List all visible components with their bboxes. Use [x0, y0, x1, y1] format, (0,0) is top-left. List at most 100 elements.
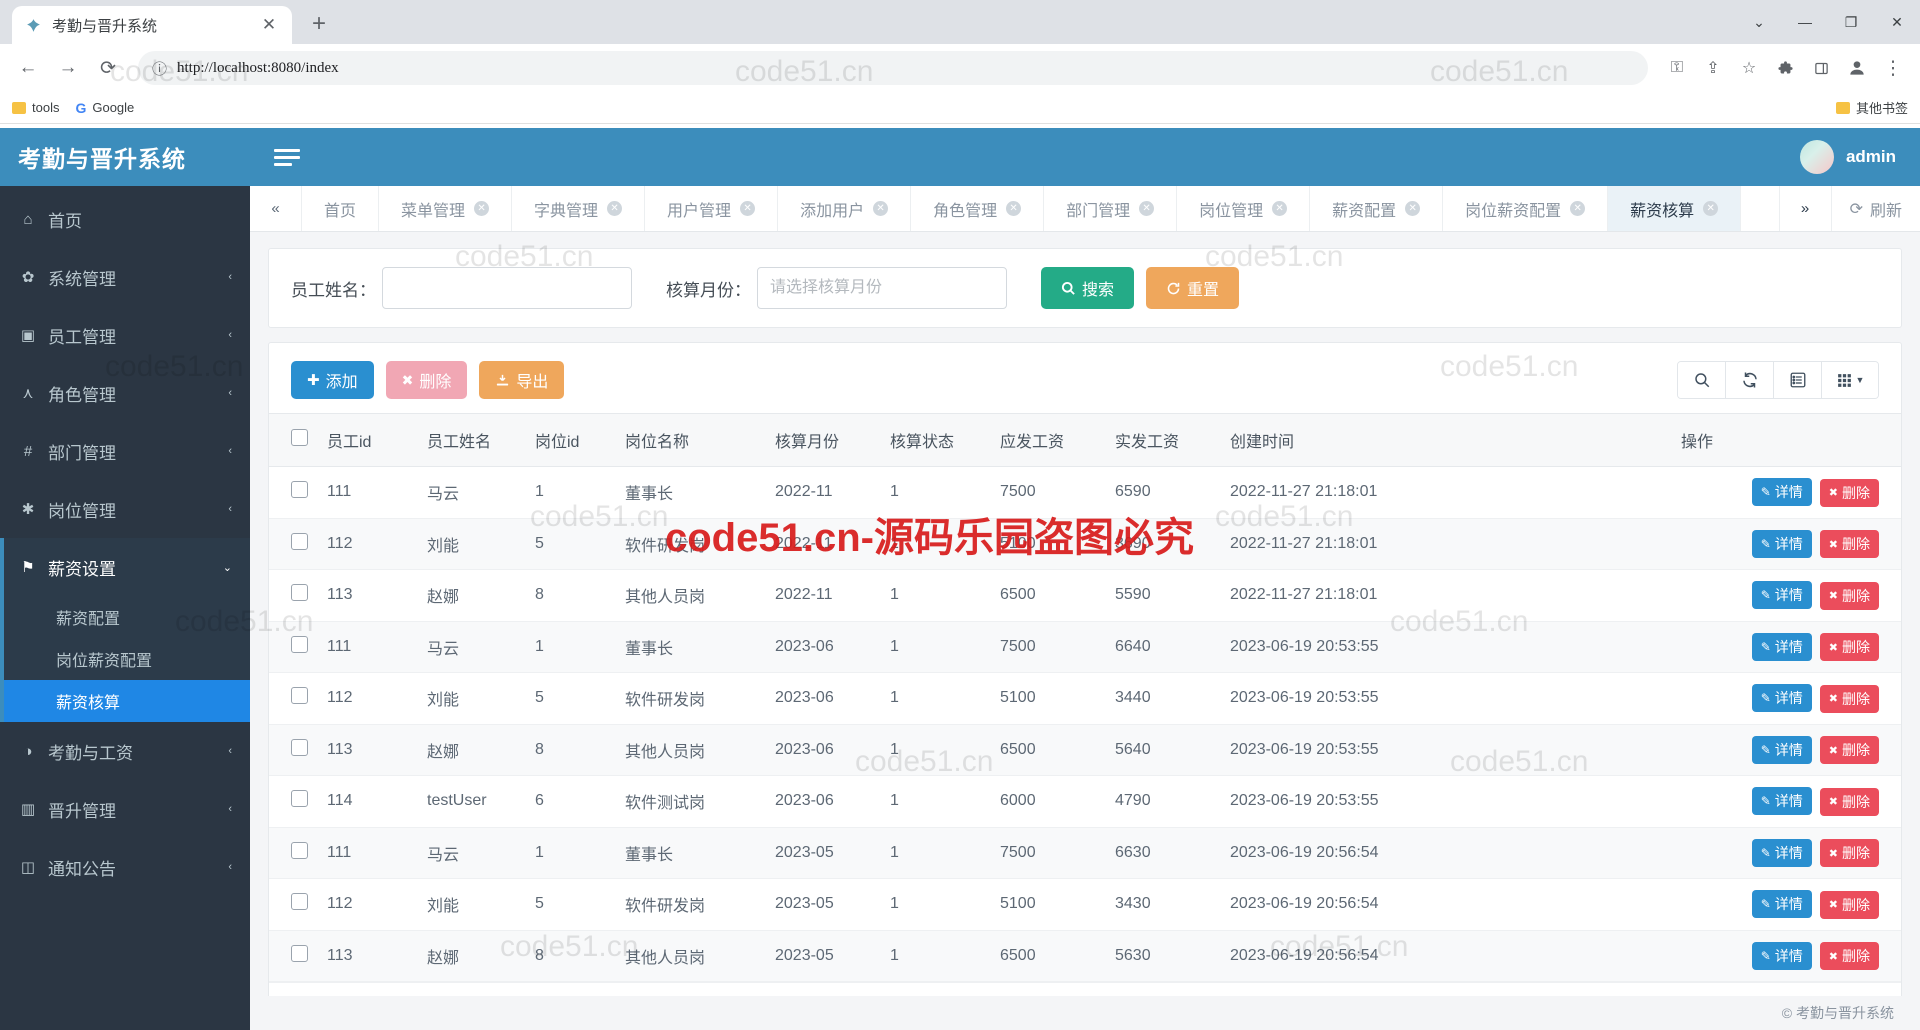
add-button[interactable]: ✚ 添加	[291, 361, 374, 399]
table-row[interactable]: 111 马云 1 董事长 2023-05 1 7500 6630 2023-06-19 20:5…	[269, 827, 1901, 879]
page-tab-salary-config[interactable]: 薪资配置 ✕	[1310, 186, 1444, 231]
other-bookmarks[interactable]: 其他书签	[1835, 98, 1908, 117]
sidebar-item-home[interactable]: ⌂ 首页	[0, 190, 250, 248]
table-row[interactable]: 112 刘能 5 软件研发岗 2023-06 1 5100 3440 2023-06-19 20…	[269, 672, 1901, 725]
column-gross-salary[interactable]: 应发工资	[1000, 413, 1115, 467]
table-row[interactable]: 111 马云 1 董事长 2022-11 1 7500 6590 2022-11-27 21:1…	[269, 466, 1901, 519]
site-info-icon[interactable]: ⓘ	[152, 58, 167, 79]
row-checkbox[interactable]	[291, 738, 308, 756]
detail-button[interactable]: ✎ 详情	[1751, 787, 1812, 815]
row-checkbox[interactable]	[291, 584, 308, 602]
page-tab-dictionary-management[interactable]: 字典管理 ✕	[512, 186, 646, 231]
page-tab-position-salary-config[interactable]: 岗位薪资配置 ✕	[1443, 186, 1609, 231]
accounting-month-input[interactable]	[757, 267, 1007, 309]
column-accounting-month[interactable]: 核算月份	[775, 413, 890, 467]
detail-button[interactable]: ✎ 详情	[1751, 684, 1812, 712]
side-panel-icon[interactable]	[1804, 51, 1838, 85]
row-checkbox-cell[interactable]	[269, 878, 327, 931]
page-tab-home[interactable]: 首页	[302, 186, 380, 231]
toggle-icon[interactable]	[1774, 362, 1822, 398]
row-delete-button[interactable]: ✖ 删除	[1819, 530, 1879, 558]
sidebar-subitem-position-salary-config[interactable]: 岗位薪资配置	[4, 638, 250, 680]
row-checkbox[interactable]	[291, 893, 308, 911]
close-icon[interactable]: ✕	[1570, 201, 1586, 216]
sidebar-subitem-salary-config[interactable]: 薪资配置	[4, 596, 250, 638]
row-delete-button[interactable]: ✖ 删除	[1819, 787, 1879, 816]
column-create-time[interactable]: 创建时间	[1230, 413, 1681, 467]
forward-icon[interactable]: →	[50, 50, 86, 86]
sidebar-item-department[interactable]: # 部门管理 ‹	[0, 422, 250, 480]
table-row[interactable]: 113 赵娜 8 其他人员岗 2022-11 1 6500 5590 2022-11-27 21…	[269, 569, 1901, 622]
reload-icon[interactable]: ⟳	[90, 50, 126, 86]
sidebar-item-notice[interactable]: ◫ 通知公告 ‹	[0, 838, 250, 896]
tab-refresh-button[interactable]: ⟳ 刷新	[1830, 186, 1920, 231]
address-bar[interactable]: ⓘ http://localhost:8080/index	[138, 51, 1648, 85]
row-checkbox[interactable]	[291, 944, 308, 962]
key-icon[interactable]: ⚿	[1660, 51, 1694, 85]
row-delete-button[interactable]: ✖ 删除	[1819, 581, 1879, 610]
row-checkbox-cell[interactable]	[269, 930, 327, 982]
close-icon[interactable]: ✕	[258, 14, 280, 36]
close-icon[interactable]: ✕	[1703, 201, 1719, 216]
close-icon[interactable]: ✕	[474, 201, 490, 216]
browser-menu-icon[interactable]: ⋮	[1876, 51, 1910, 85]
row-checkbox-cell[interactable]	[269, 724, 327, 776]
select-all-checkbox[interactable]	[291, 429, 308, 446]
delete-button[interactable]: ✖ 删除	[385, 361, 468, 399]
back-icon[interactable]: ←	[10, 50, 46, 86]
user-menu[interactable]: admin	[1799, 140, 1896, 174]
column-accounting-status[interactable]: 核算状态	[890, 413, 1000, 467]
row-delete-button[interactable]: ✖ 删除	[1819, 736, 1879, 764]
new-tab-button[interactable]: +	[302, 7, 336, 41]
sidebar-item-attendance-salary[interactable]: ◑ 考勤与工资 ‹	[0, 722, 250, 780]
browser-tab[interactable]: 考勤与晋升系统 ✕	[12, 6, 292, 44]
columns-icon[interactable]: ▼	[1822, 362, 1878, 398]
tab-scroll-prev[interactable]: «	[250, 186, 302, 231]
row-delete-button[interactable]: ✖ 删除	[1819, 633, 1879, 661]
row-checkbox[interactable]	[291, 635, 308, 653]
sidebar-item-position[interactable]: ✱ 岗位管理 ‹	[0, 480, 250, 538]
table-row[interactable]: 112 刘能 5 软件研发岗 2023-05 1 5100 3430 2023-06-19 20…	[269, 878, 1901, 931]
detail-button[interactable]: ✎ 详情	[1751, 581, 1812, 609]
close-icon[interactable]: ✕	[740, 201, 756, 216]
row-checkbox-cell[interactable]	[269, 775, 327, 828]
close-icon[interactable]: ✕	[1272, 201, 1288, 216]
table-row[interactable]: 111 马云 1 董事长 2023-06 1 7500 6640 2023-06-19 20:5…	[269, 621, 1901, 673]
export-button[interactable]: 导出	[479, 361, 565, 399]
row-checkbox-cell[interactable]	[269, 672, 327, 725]
detail-button[interactable]: ✎ 详情	[1751, 632, 1812, 661]
close-icon[interactable]: ✕	[1139, 201, 1155, 216]
minimize-icon[interactable]: —	[1782, 0, 1828, 44]
row-checkbox[interactable]	[291, 687, 308, 705]
menu-icon[interactable]	[274, 148, 300, 166]
row-delete-button[interactable]: ✖ 删除	[1819, 839, 1879, 867]
page-tab-menu-management[interactable]: 菜单管理 ✕	[379, 186, 513, 231]
page-tab-user-management[interactable]: 用户管理 ✕	[645, 186, 779, 231]
detail-button[interactable]: ✎ 详情	[1751, 890, 1812, 918]
row-delete-button[interactable]: ✖ 删除	[1819, 942, 1879, 970]
page-tab-role-management[interactable]: 角色管理 ✕	[911, 186, 1045, 231]
bookmark-item[interactable]: G Google	[75, 100, 134, 116]
row-checkbox[interactable]	[291, 532, 308, 550]
detail-button[interactable]: ✎ 详情	[1751, 478, 1812, 506]
column-position-name[interactable]: 岗位名称	[625, 413, 775, 467]
sidebar-subitem-salary-accounting[interactable]: 薪资核算	[4, 680, 250, 722]
row-checkbox-cell[interactable]	[269, 621, 327, 673]
close-icon[interactable]: ✕	[1006, 201, 1022, 216]
refresh-icon[interactable]	[1726, 362, 1774, 398]
sidebar-item-role[interactable]: ⋏ 角色管理 ‹	[0, 364, 250, 422]
close-icon[interactable]: ✕	[607, 201, 623, 216]
column-employee-id[interactable]: 员工id	[327, 413, 427, 467]
sidebar-item-system[interactable]: ✿ 系统管理 ‹	[0, 248, 250, 306]
row-checkbox-cell[interactable]	[269, 518, 327, 570]
page-tab-salary-accounting[interactable]: 薪资核算 ✕	[1608, 186, 1742, 231]
detail-button[interactable]: ✎ 详情	[1751, 735, 1812, 764]
maximize-icon[interactable]: ❐	[1828, 0, 1874, 44]
column-net-salary[interactable]: 实发工资	[1115, 413, 1230, 467]
row-checkbox[interactable]	[291, 841, 308, 859]
search-button[interactable]: 搜索	[1041, 267, 1135, 309]
reset-button[interactable]: 重置	[1146, 267, 1240, 309]
row-delete-button[interactable]: ✖ 删除	[1819, 890, 1879, 919]
column-select-all[interactable]	[269, 413, 327, 467]
detail-button[interactable]: ✎ 详情	[1751, 838, 1812, 867]
